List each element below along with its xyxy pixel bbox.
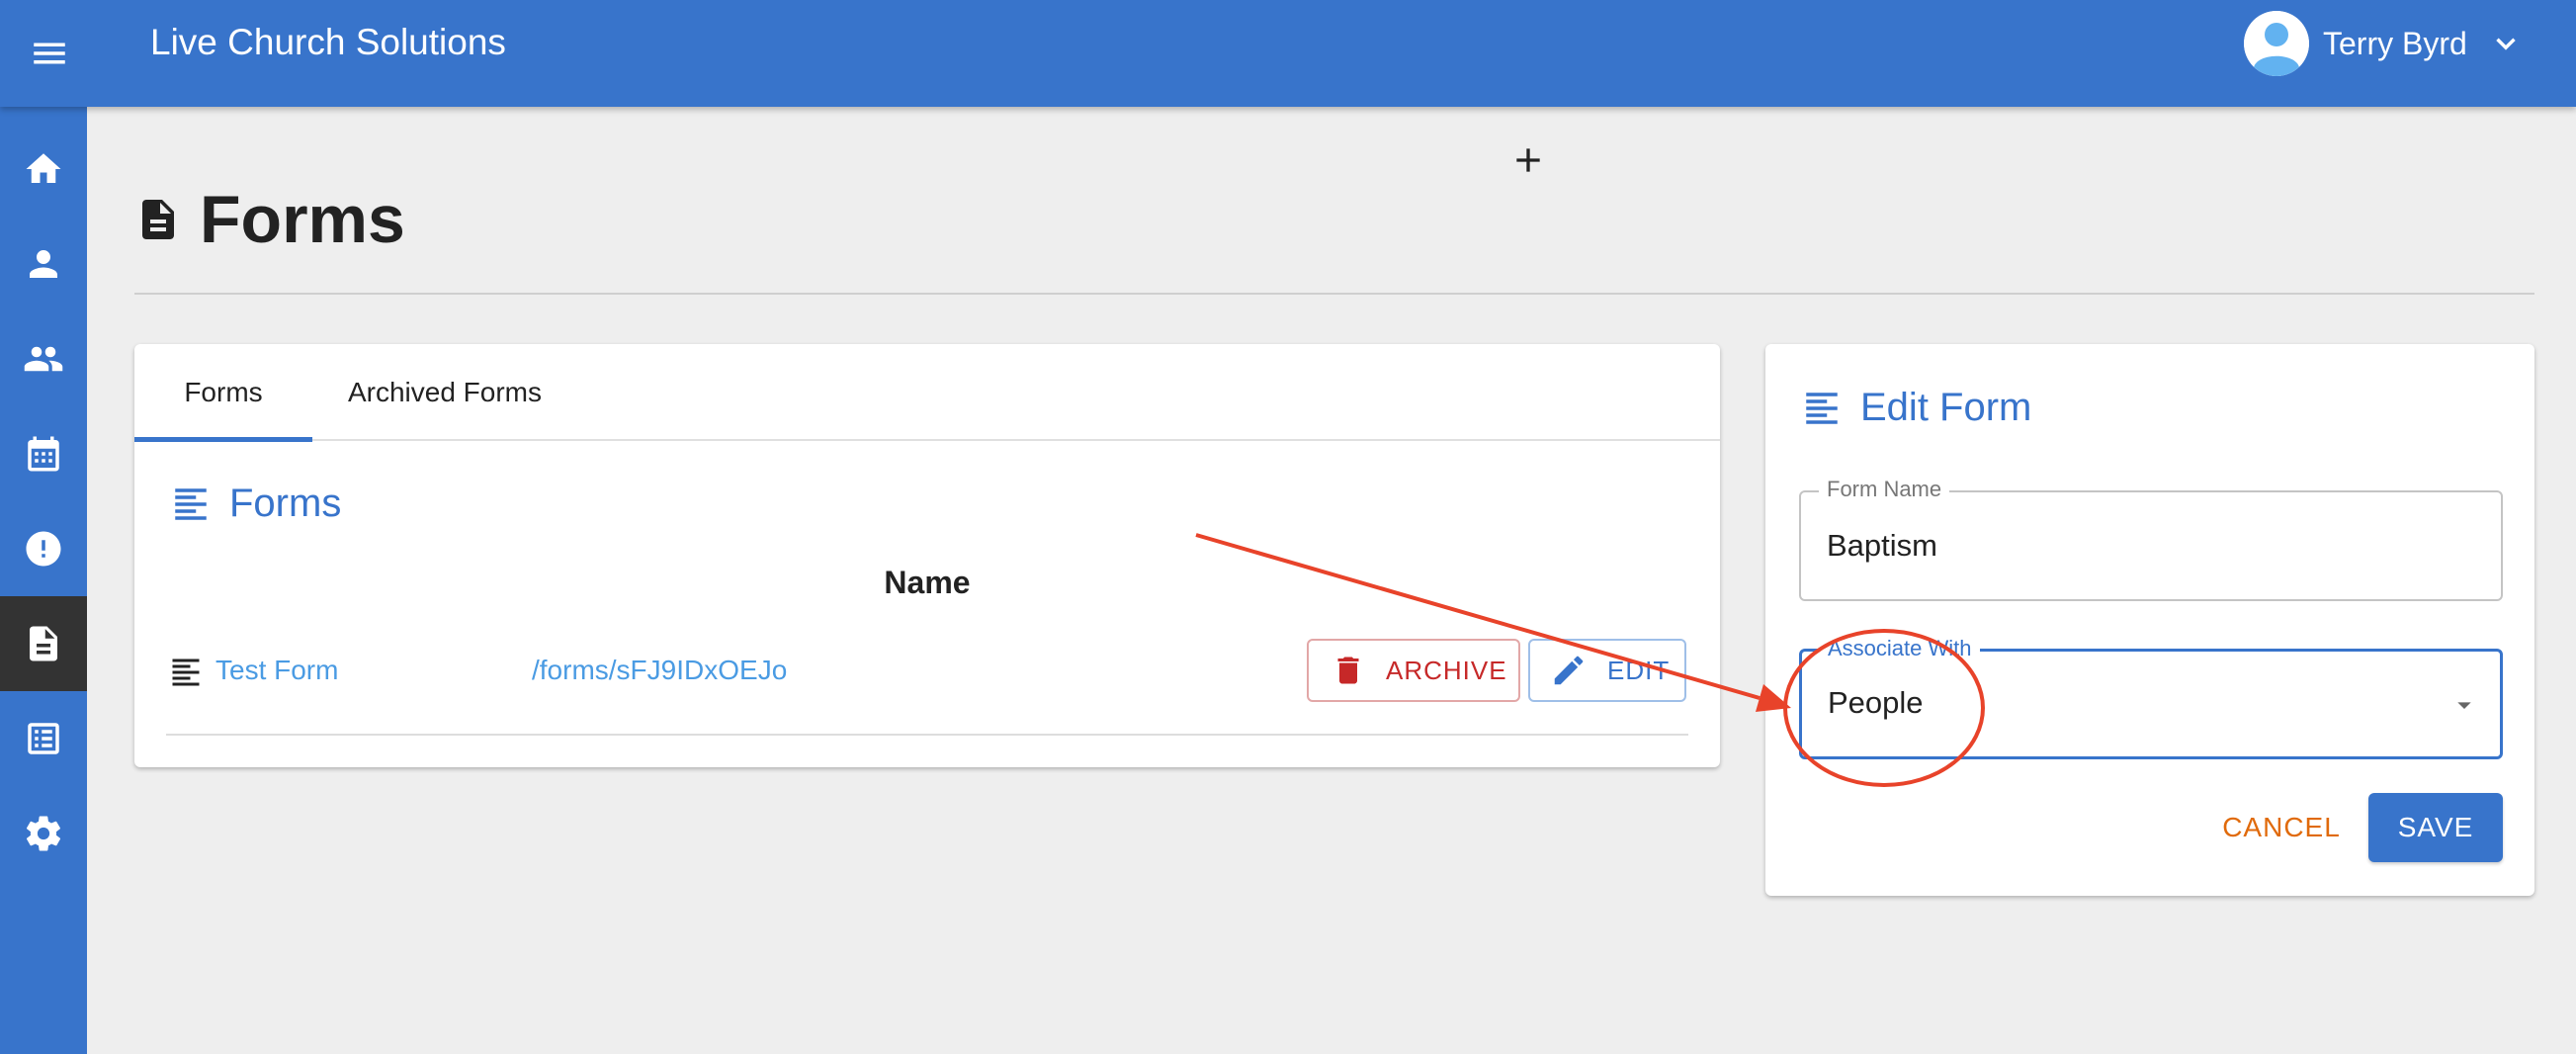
trash-icon [1337,657,1359,684]
title-divider [134,293,2534,295]
user-menu[interactable]: Terry Byrd [2244,10,2523,77]
add-form-button[interactable] [1499,131,1558,190]
sidebar-item-home[interactable] [0,122,87,217]
associate-with-select[interactable]: Associate With People [1799,636,2503,759]
gear-icon [26,816,61,851]
form-name-value: Baptism [1827,528,1937,563]
user-avatar-icon [2244,11,2309,76]
tab-forms[interactable]: Forms [134,344,312,441]
associate-with-label: Associate With [1820,636,1980,661]
app-title: Live Church Solutions [150,22,506,62]
sidebar-item-alerts[interactable] [0,501,87,596]
sidebar-item-forms[interactable] [0,596,87,691]
alert-icon [26,531,61,567]
associate-with-value: People [1828,685,1924,720]
sidebar-item-list[interactable] [0,691,87,786]
notes-icon [1806,393,1838,424]
pencil-icon [1554,656,1584,685]
sidebar-item-calendar[interactable] [0,406,87,501]
sidebar-item-settings[interactable] [0,786,87,881]
edit-label: EDIT [1607,655,1671,685]
archive-button[interactable]: ARCHIVE [1307,639,1520,702]
page-header: Forms [134,178,405,261]
app-bar: Live Church Solutions Terry Byrd [0,0,2576,107]
tab-archived-forms[interactable]: Archived Forms [312,344,577,441]
sidebar-item-person[interactable] [0,217,87,311]
document-icon [142,200,174,239]
menu-button[interactable] [14,18,85,89]
sidebar [0,107,87,1054]
chevron-down-icon [2496,38,2516,50]
forms-heading: Forms [229,482,342,525]
user-name: Terry Byrd [2323,25,2467,61]
plus-icon [1516,148,1540,172]
calendar-icon [28,436,59,472]
hamburger-icon [34,43,65,64]
notes-icon [172,659,200,686]
document-icon [30,626,57,661]
form-name-link[interactable]: Test Form [215,651,338,690]
cancel-button[interactable]: CANCEL [2214,793,2349,862]
list-icon [28,723,59,754]
save-button[interactable]: SAVE [2368,793,2503,862]
form-name-label: Form Name [1819,477,1950,502]
dropdown-arrow-icon [2457,702,2471,709]
edit-button[interactable]: EDIT [1528,639,1686,702]
form-name-field[interactable]: Form Name Baptism [1799,477,2503,601]
archive-label: ARCHIVE [1386,655,1507,685]
avatar [2244,11,2309,76]
people-icon [24,346,63,372]
row-divider [166,734,1688,736]
column-header-name: Name [884,565,971,600]
page-title: Forms [200,182,405,257]
form-path-link[interactable]: /forms/sFJ9IDxOEJo [532,651,787,690]
sidebar-item-people[interactable] [0,311,87,406]
edit-form-heading: Edit Form [1860,386,2032,429]
active-tab-indicator [134,437,312,442]
notes-icon [175,488,207,520]
forms-card: Forms Archived Forms [134,344,1720,767]
tab-bar: Forms Archived Forms [134,344,1720,442]
home-icon [26,153,61,183]
person-icon [30,250,57,278]
